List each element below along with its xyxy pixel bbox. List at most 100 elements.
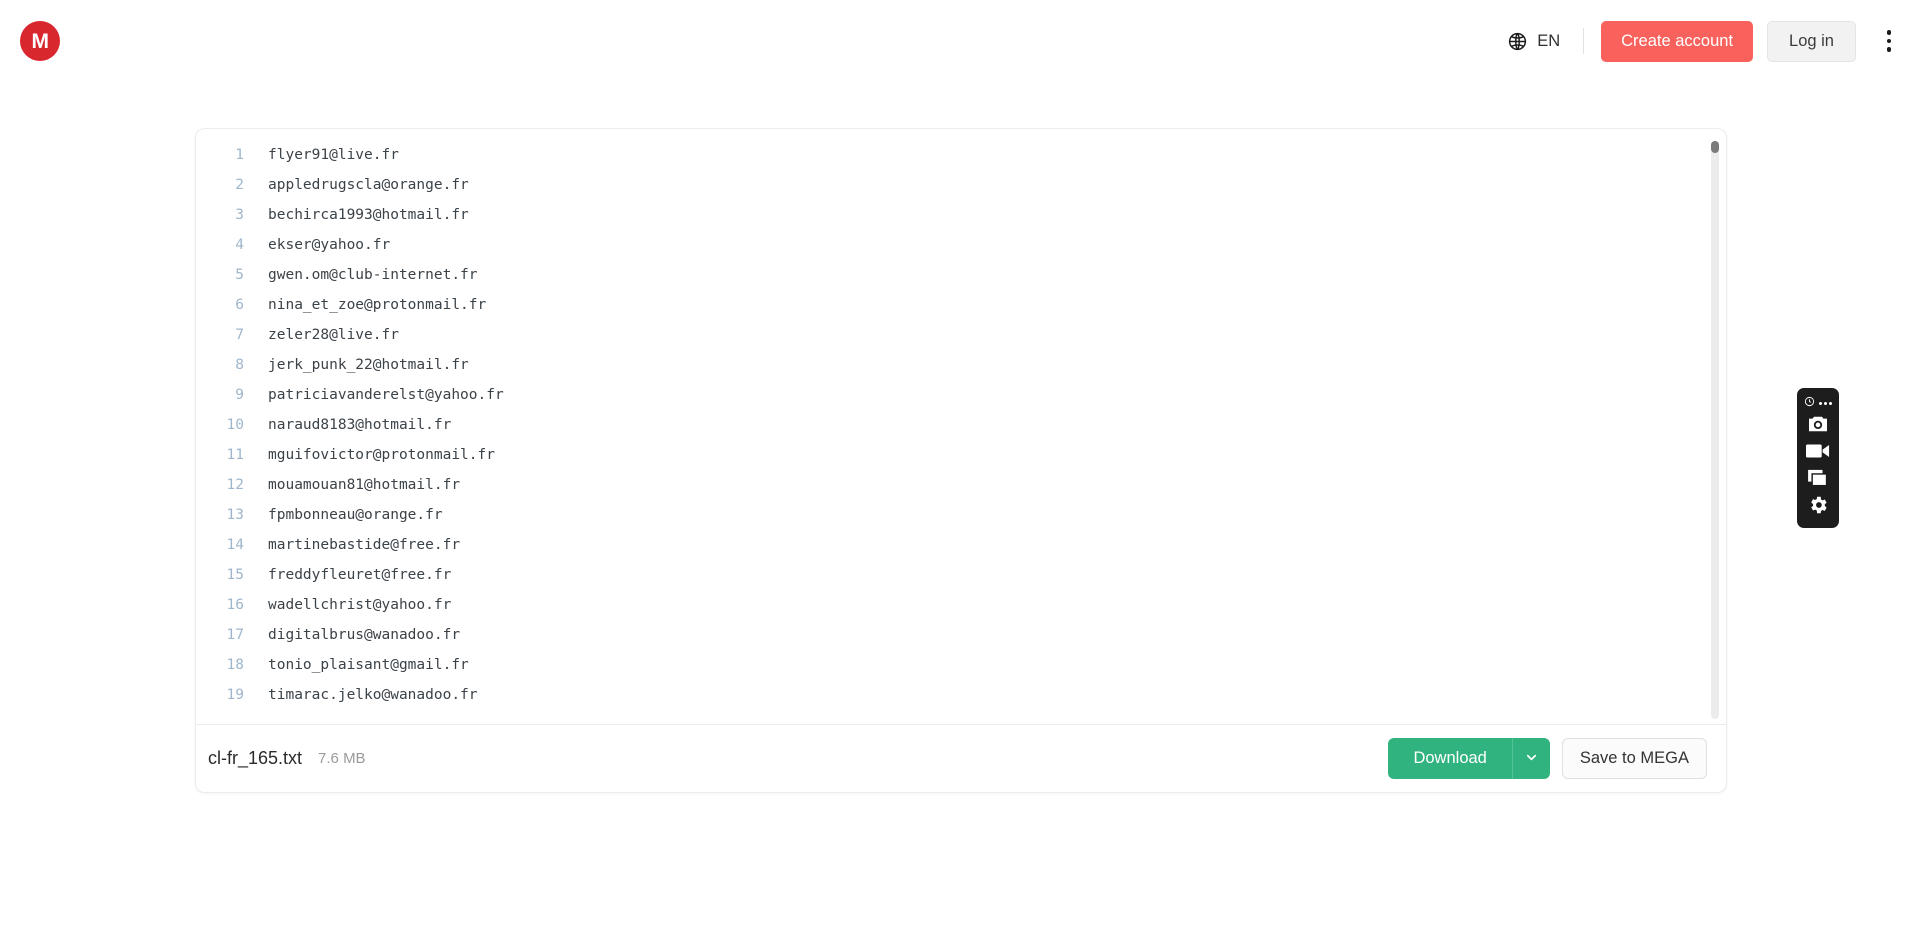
code-line: 5 gwen.om@club-internet.fr (196, 260, 1696, 290)
line-content: timarac.jelko@wanadoo.fr (268, 687, 478, 703)
line-number: 12 (226, 477, 244, 493)
download-split-button: Download (1388, 738, 1550, 779)
code-line: 16 wadellchrist@yahoo.fr (196, 590, 1696, 620)
line-content: freddyfleuret@free.fr (268, 567, 452, 583)
file-name: cl-fr_165.txt (208, 748, 303, 768)
line-number: 4 (235, 237, 244, 253)
code-line: 4 ekser@yahoo.fr (196, 230, 1696, 260)
line-number: 19 (226, 687, 244, 703)
line-content: wadellchrist@yahoo.fr (268, 597, 452, 613)
file-size: 7.6 MB (318, 750, 366, 767)
site-header: M EN Create account Log in (0, 0, 1920, 82)
globe-icon (1507, 31, 1528, 52)
line-number: 9 (235, 387, 244, 403)
recorder-logo-icon (1804, 394, 1815, 412)
code-line: 12 mouamouan81@hotmail.fr (196, 470, 1696, 500)
line-number: 6 (235, 297, 244, 313)
capture-window-button[interactable] (1797, 467, 1839, 494)
line-content: ekser@yahoo.fr (268, 237, 391, 253)
code-line: 13 fpmbonneau@orange.fr (196, 500, 1696, 530)
language-selector[interactable]: EN (1497, 25, 1570, 58)
line-number: 10 (226, 417, 244, 433)
code-line: 18 tonio_plaisant@gmail.fr (196, 650, 1696, 680)
kebab-dot (1886, 30, 1892, 35)
code-line: 6 nina_et_zoe@protonmail.fr (196, 290, 1696, 320)
code-line: 17 digitalbrus@wanadoo.fr (196, 620, 1696, 650)
file-preview-card: 1 flyer91@live.fr 2 appledrugscla@orange.fr… (195, 128, 1727, 793)
code-line: 1 flyer91@live.fr (196, 140, 1696, 170)
line-number: 11 (226, 447, 244, 463)
line-content: mguifovictor@protonmail.fr (268, 447, 495, 463)
mega-logo[interactable]: M (20, 21, 60, 61)
overflow-menu-icon[interactable] (1872, 21, 1906, 61)
code-line: 19 timarac.jelko@wanadoo.fr (196, 680, 1696, 710)
text-viewer[interactable]: 1 flyer91@live.fr 2 appledrugscla@orange.fr… (196, 129, 1726, 726)
line-content: naraud8183@hotmail.fr (268, 417, 452, 433)
viewer-scrollbar-thumb[interactable] (1711, 141, 1719, 153)
line-content: zeler28@live.fr (268, 327, 399, 343)
video-camera-icon (1806, 443, 1830, 464)
viewer-scrollbar-track[interactable] (1711, 141, 1719, 719)
screenshot-button[interactable] (1797, 413, 1839, 440)
toolbar-more-icon[interactable] (1819, 401, 1832, 405)
window-capture-icon (1807, 469, 1829, 492)
line-number: 16 (226, 597, 244, 613)
line-content: mouamouan81@hotmail.fr (268, 477, 461, 493)
camera-icon (1807, 415, 1829, 438)
line-content: fpmbonneau@orange.fr (268, 507, 443, 523)
code-line: 14 martinebastide@free.fr (196, 530, 1696, 560)
file-action-bar: cl-fr_165.txt 7.6 MB Download Save to ME… (196, 724, 1726, 792)
toolbar-dot (1829, 401, 1832, 405)
toolbar-dot (1824, 401, 1827, 405)
code-line: 11 mguifovictor@protonmail.fr (196, 440, 1696, 470)
kebab-dot (1886, 47, 1892, 52)
logo-letter: M (31, 29, 50, 53)
code-line: 3 bechirca1993@hotmail.fr (196, 200, 1696, 230)
code-line: 10 naraud8183@hotmail.fr (196, 410, 1696, 440)
create-account-button[interactable]: Create account (1601, 20, 1754, 62)
line-content: appledrugscla@orange.fr (268, 177, 469, 193)
line-number: 5 (235, 267, 244, 283)
header-actions: EN Create account Log in (1497, 0, 1906, 82)
code-line: 2 appledrugscla@orange.fr (196, 170, 1696, 200)
line-number: 17 (226, 627, 244, 643)
login-button[interactable]: Log in (1767, 20, 1856, 62)
logo-circle: M (20, 21, 60, 61)
line-content: flyer91@live.fr (268, 147, 399, 163)
line-content: martinebastide@free.fr (268, 537, 461, 553)
line-content: nina_et_zoe@protonmail.fr (268, 297, 487, 313)
line-content: digitalbrus@wanadoo.fr (268, 627, 461, 643)
settings-button[interactable] (1797, 494, 1839, 521)
code-line: 8 jerk_punk_22@hotmail.fr (196, 350, 1696, 380)
header-divider (1583, 28, 1585, 54)
line-number: 13 (226, 507, 244, 523)
language-label: EN (1537, 31, 1561, 50)
download-button[interactable]: Download (1388, 738, 1512, 779)
download-options-button[interactable] (1511, 738, 1550, 779)
line-number: 2 (235, 177, 244, 193)
line-content: tonio_plaisant@gmail.fr (268, 657, 469, 673)
code-line: 9 patriciavanderelst@yahoo.fr (196, 380, 1696, 410)
line-number: 15 (226, 567, 244, 583)
line-number: 7 (235, 327, 244, 343)
toolbar-drag-handle[interactable] (1797, 393, 1839, 413)
line-number: 8 (235, 357, 244, 373)
gear-icon (1807, 494, 1829, 521)
line-content: bechirca1993@hotmail.fr (268, 207, 469, 223)
line-content: patriciavanderelst@yahoo.fr (268, 387, 504, 403)
toolbar-dot (1819, 401, 1822, 405)
screen-recorder-toolbar (1797, 388, 1839, 528)
code-line: 7 zeler28@live.fr (196, 320, 1696, 350)
code-line: 15 freddyfleuret@free.fr (196, 560, 1696, 590)
kebab-dot (1886, 38, 1892, 44)
line-number: 18 (226, 657, 244, 673)
code-line-list: 1 flyer91@live.fr 2 appledrugscla@orange.fr… (196, 140, 1696, 710)
save-to-mega-button[interactable]: Save to MEGA (1561, 738, 1707, 779)
line-content: jerk_punk_22@hotmail.fr (268, 357, 469, 373)
chevron-down-icon (1524, 750, 1539, 768)
line-content: gwen.om@club-internet.fr (268, 267, 478, 283)
record-video-button[interactable] (1797, 440, 1839, 467)
line-number: 3 (235, 207, 244, 223)
line-number: 14 (226, 537, 244, 553)
line-number: 1 (235, 147, 244, 163)
